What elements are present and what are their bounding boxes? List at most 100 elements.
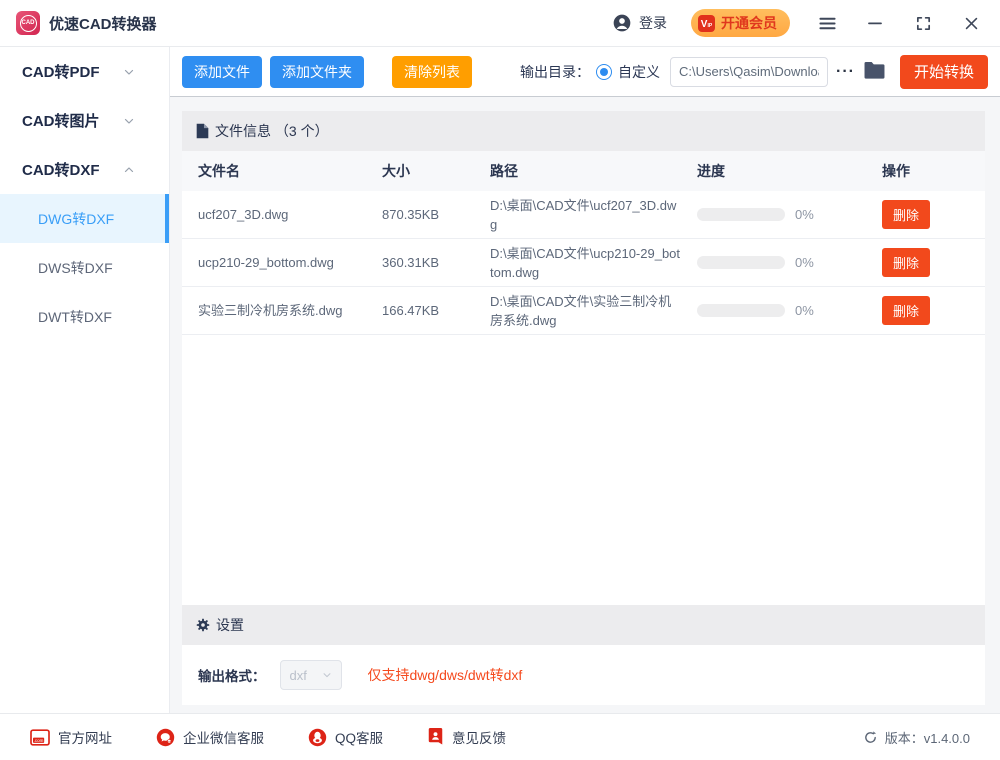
table-header: 文件名 大小 路径 进度 操作 [182,151,985,191]
file-path: D:\桌面\CAD文件\ucp210-29_bottom.dwg [490,244,697,282]
output-format-label: 输出格式： [198,665,266,685]
feedback-link[interactable]: 意见反馈 [427,727,506,747]
format-hint-text: 仅支持dwg/dws/dwt转dxf [368,665,523,685]
progress-bar [697,256,785,269]
app-logo-icon: CAD [16,11,40,35]
sidebar-item-cad-to-image[interactable]: CAD转图片 [0,96,169,145]
sidebar-subitem-label: DWS转DXF [38,258,113,278]
footer-link-label: 意见反馈 [452,727,506,747]
table-row: ucf207_3D.dwg 870.35KB D:\桌面\CAD文件\ucf20… [182,191,985,239]
browse-more-button[interactable]: ··· [836,63,855,81]
open-vip-label: 开通会员 [721,13,777,33]
settings-title: 设置 [216,615,244,635]
file-size: 870.35KB [382,207,490,222]
file-size: 360.31KB [382,255,490,270]
clear-list-button[interactable]: 清除列表 [392,56,472,88]
sidebar-item-dws-to-dxf[interactable]: DWS转DXF [0,243,169,292]
file-info-header: 文件信息 （3 个） [182,111,985,151]
hamburger-icon [818,14,837,33]
sidebar-group-label: CAD转DXF [22,159,100,180]
custom-dir-radio[interactable] [596,64,612,80]
wechat-chat-icon [156,728,175,747]
col-header-size: 大小 [382,161,490,181]
refresh-icon[interactable] [863,730,878,745]
app-body: CAD转PDF CAD转图片 CAD转DXF DWG转DXF [0,47,1000,713]
folder-icon [863,61,886,80]
version-info: 版本：v1.4.0.0 [863,728,970,747]
output-format-value: dxf [290,668,307,683]
delete-button[interactable]: 删除 [882,248,930,277]
footer-link-label: 企业微信客服 [183,727,264,747]
col-header-action: 操作 [882,161,985,181]
maximize-icon [915,15,932,32]
chevron-down-icon [123,115,135,127]
titlebar: CAD 优速CAD转换器 登录 VIP 开通会员 [0,0,1000,47]
menu-button[interactable] [816,12,838,34]
app-title: 优速CAD转换器 [49,13,157,34]
open-vip-button[interactable]: VIP 开通会员 [691,9,790,37]
col-header-filename: 文件名 [198,161,382,181]
app-logo-text: CAD [20,15,37,32]
progress-cell: 0% [697,303,882,318]
vip-icon: VIP [698,15,715,32]
output-format-select[interactable]: dxf [280,660,342,690]
sidebar-group-label: CAD转PDF [22,61,100,82]
delete-button[interactable]: 删除 [882,296,930,325]
table-empty-area [182,335,985,605]
qq-service-link[interactable]: QQ客服 [308,727,383,747]
user-avatar-icon [612,13,632,33]
minimize-icon [866,14,884,32]
titlebar-right: 登录 VIP 开通会员 [612,9,982,37]
file-path: D:\桌面\CAD文件\实验三制冷机房系统.dwg [490,292,697,330]
login-button[interactable]: 登录 [612,13,667,33]
sidebar: CAD转PDF CAD转图片 CAD转DXF DWG转DXF [0,47,170,713]
close-icon [963,15,980,32]
toolbar: 添加文件 添加文件夹 清除列表 输出目录： 自定义 ··· 开始转换 [170,47,1000,97]
output-path-input[interactable] [670,57,828,87]
version-label: 版本：v1.4.0.0 [885,728,970,747]
settings-row: 输出格式： dxf 仅支持dwg/dws/dwt转dxf [182,645,985,705]
file-info-title: 文件信息 （3 个） [215,121,329,141]
table-row: ucp210-29_bottom.dwg 360.31KB D:\桌面\CAD文… [182,239,985,287]
document-icon [195,123,210,139]
progress-label: 0% [795,255,814,270]
progress-label: 0% [795,207,814,222]
progress-bar [697,208,785,221]
sidebar-item-cad-to-dxf[interactable]: CAD转DXF [0,145,169,194]
file-name: ucp210-29_bottom.dwg [198,253,382,272]
custom-dir-label: 自定义 [618,62,660,82]
chevron-down-icon [322,670,332,680]
sidebar-item-cad-to-pdf[interactable]: CAD转PDF [0,47,169,96]
chevron-up-icon [123,164,135,176]
sidebar-item-dwg-to-dxf[interactable]: DWG转DXF [0,194,169,243]
maximize-button[interactable] [912,12,934,34]
footer-link-label: QQ客服 [335,727,383,747]
add-file-button[interactable]: 添加文件 [182,56,262,88]
sidebar-subitem-label: DWT转DXF [38,307,112,327]
chevron-down-icon [123,66,135,78]
footer: .com 官方网址 企业微信客服 QQ客服 [0,713,1000,760]
delete-button[interactable]: 删除 [882,200,930,229]
website-icon: .com [30,729,50,746]
sidebar-subitem-label: DWG转DXF [38,209,114,229]
close-button[interactable] [960,12,982,34]
official-site-link[interactable]: .com 官方网址 [30,727,112,747]
wechat-service-link[interactable]: 企业微信客服 [156,727,264,747]
file-name: ucf207_3D.dwg [198,205,382,224]
progress-cell: 0% [697,255,882,270]
file-name: 实验三制冷机房系统.dwg [198,301,382,320]
progress-label: 0% [795,303,814,318]
app-window: CAD 优速CAD转换器 登录 VIP 开通会员 [0,0,1000,760]
add-folder-button[interactable]: 添加文件夹 [270,56,364,88]
file-size: 166.47KB [382,303,490,318]
svg-text:.com: .com [34,737,44,742]
start-convert-button[interactable]: 开始转换 [900,55,988,89]
feedback-icon [427,728,444,746]
qq-penguin-icon [308,728,327,747]
open-folder-button[interactable] [863,61,886,83]
sidebar-group-label: CAD转图片 [22,110,100,131]
sidebar-item-dwt-to-dxf[interactable]: DWT转DXF [0,292,169,341]
minimize-button[interactable] [864,12,886,34]
content-card: 文件信息 （3 个） 文件名 大小 路径 进度 操作 ucf207_3D.dwg… [182,111,985,705]
gear-icon [195,617,211,633]
